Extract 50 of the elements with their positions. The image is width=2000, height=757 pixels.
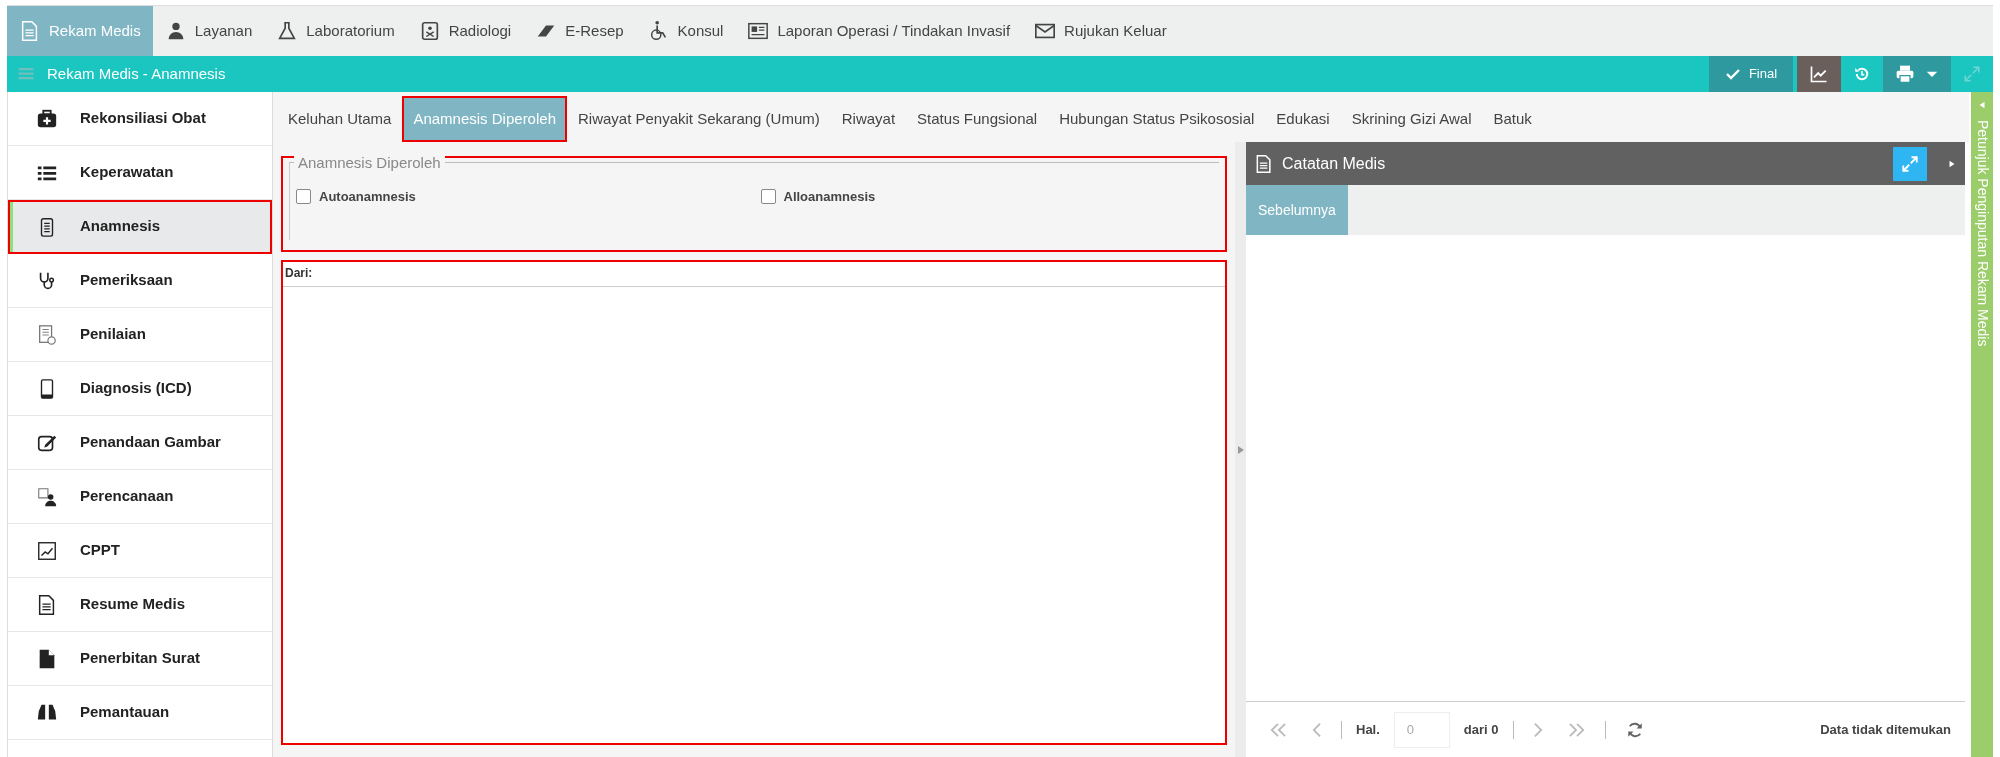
expand-icon [1963,65,1981,83]
next-page-icon [1533,721,1543,738]
caret-left-icon [1977,100,1987,110]
nav-tab[interactable]: Laporan Operasi / Tindakan Invasif [735,6,1023,56]
panel-title: Catatan Medis [1282,153,1387,174]
guide-label: Petunjuk Penginputan Rekam Medis [1973,120,1992,347]
document-check-icon [36,323,58,346]
chart-icon [36,539,58,562]
nav-tab[interactable]: Konsul [635,6,736,56]
nav-tab[interactable]: Rujukan Keluar [1022,6,1179,56]
print-button[interactable] [1883,56,1951,92]
page-title: Rekam Medis - Anamnesis [47,63,227,84]
line-chart-icon [1809,64,1829,84]
nav-tab[interactable]: Layanan [152,6,265,56]
caret-right-icon [1947,158,1957,169]
status-text: Data tidak ditemukan [1820,720,1951,739]
page-count: dari 0 [1463,720,1499,739]
expand-button[interactable] [1893,146,1927,181]
previous-page-icon [1312,721,1321,738]
person-document-icon [36,485,58,508]
nav-tab[interactable]: E-Resep [523,6,636,56]
tab[interactable]: Status Fungsional [906,96,1049,142]
document-icon [1254,153,1274,174]
tab[interactable]: Riwayat Penyakit Sekarang (Umum) [567,96,831,142]
tab[interactable]: Riwayat [830,96,907,142]
checkbox-label: Autoanamnesis [319,188,416,206]
chart-button[interactable] [1797,56,1841,92]
checkbox[interactable] [760,189,776,205]
expand-icon [1901,154,1919,173]
collapse-arrow-icon [1237,445,1244,454]
sidebar-item[interactable]: Anamnesis [8,200,272,254]
refresh-icon [1625,720,1644,739]
field-label: Dari: [283,262,1225,287]
tab[interactable]: Skrining Gizi Awal [1340,96,1483,142]
first-page-icon [1270,721,1286,738]
nav-tab[interactable]: Radiologi [406,6,524,56]
tab[interactable]: Batuk [1482,96,1543,142]
nav-tab[interactable]: Laboratorium [264,6,407,56]
tab[interactable]: Hubungan Status Psikososial [1048,96,1266,142]
medkit-icon [36,107,58,130]
printer-icon [1895,64,1915,84]
checkbox-label: Alloanamnesis [783,188,876,206]
checkbox[interactable] [296,189,311,205]
tab[interactable]: Keluhan Utama [277,96,403,142]
page-label: Hal. [1356,720,1380,739]
last-page-icon [1568,721,1585,738]
history-icon [1853,65,1871,83]
newspaper-icon [747,20,770,42]
tab[interactable]: Edukasi [1265,96,1341,142]
check-icon [1724,66,1741,82]
